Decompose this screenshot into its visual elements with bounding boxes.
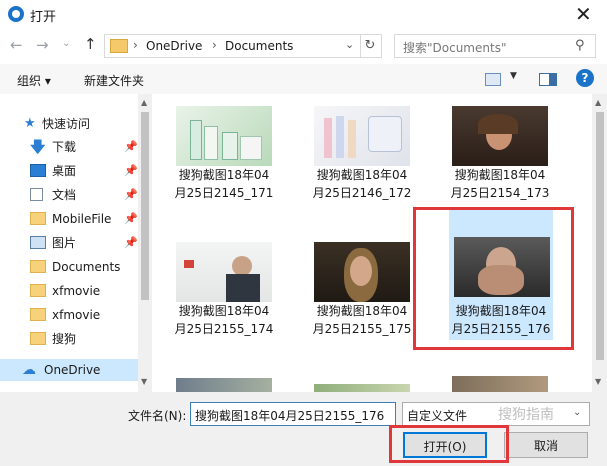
scroll-up-icon[interactable]: ▲ <box>141 98 147 107</box>
folder-icon <box>30 332 46 345</box>
desktop-icon <box>30 164 46 177</box>
breadcrumb-separator-icon: › <box>133 38 138 52</box>
dialog-footer: 文件名(N): 搜狗截图18年04月25日2155_176 自定义文件 ⌄ 搜狗… <box>0 392 607 466</box>
address-bar[interactable]: › OneDrive › Documents ⌄ <box>104 34 361 58</box>
pin-icon: 📌 <box>124 188 138 201</box>
highlight-box-open-button <box>389 425 509 463</box>
forward-arrow-icon[interactable]: → <box>36 36 49 54</box>
folder-icon <box>30 260 46 273</box>
filename-input[interactable]: 搜狗截图18年04月25日2155_176 <box>190 402 396 426</box>
pin-icon: 📌 <box>124 164 138 177</box>
file-tile[interactable]: 搜狗截图18年04 月25日2146_172 <box>298 100 426 218</box>
file-tile[interactable]: 搜狗截图18年04 月25日2145_171 <box>160 100 288 218</box>
download-icon: 🡇 <box>30 138 46 156</box>
thumbnail-woman-portrait <box>314 242 410 302</box>
file-name: 搜狗截图18年04 月25日2154_173 <box>450 168 550 200</box>
search-placeholder: 搜索"Documents" <box>403 41 507 55</box>
up-arrow-icon[interactable]: ↑ <box>84 35 97 53</box>
breadcrumb-documents[interactable]: Documents <box>225 39 293 53</box>
preview-pane-icon[interactable] <box>539 73 557 86</box>
new-folder-button[interactable]: 新建文件夹 <box>84 72 144 89</box>
file-tile[interactable]: 搜狗截图18年04 月25日2155_175 <box>298 236 426 354</box>
file-name: 搜狗截图18年04 月25日2155_175 <box>312 304 412 336</box>
nav-onedrive-selected[interactable]: ☁ OneDrive <box>0 359 138 381</box>
view-dropdown-icon[interactable]: ▼ <box>510 71 517 81</box>
thumbnail-partial <box>452 376 548 392</box>
folder-icon <box>110 39 128 53</box>
cancel-button[interactable]: 取消 <box>504 432 588 458</box>
help-icon[interactable]: ? <box>576 69 594 87</box>
thumbnail-skincare-products <box>314 106 410 166</box>
file-name: 搜狗截图18年04 月25日2146_172 <box>312 168 412 200</box>
chevron-down-icon: ⌄ <box>573 407 582 418</box>
file-type-select[interactable]: 自定义文件 ⌄ <box>402 402 590 426</box>
document-icon <box>30 188 43 201</box>
pin-icon: 📌 <box>124 236 138 249</box>
nav-scrollbar[interactable]: ▲ ▼ <box>138 94 152 392</box>
toolbar: 组织 ▾ 新建文件夹 ▼ ? <box>0 64 607 94</box>
view-mode-icon[interactable] <box>485 73 501 86</box>
search-icon[interactable]: ⚲ <box>575 38 585 53</box>
scroll-down-icon[interactable]: ▼ <box>595 377 601 386</box>
file-tile[interactable]: 搜狗截图18年04 月25日2154_173 <box>436 100 564 218</box>
folder-icon <box>30 284 46 297</box>
app-icon <box>8 6 24 22</box>
content-scrollbar[interactable]: ▲ ▼ <box>592 94 607 392</box>
refresh-icon[interactable]: ↻ <box>359 34 382 58</box>
file-name: 搜狗截图18年04 月25日2155_174 <box>174 304 274 336</box>
back-arrow-icon[interactable]: ← <box>10 36 23 54</box>
search-input[interactable]: 搜索"Documents" ⚲ <box>394 34 596 58</box>
folder-icon <box>30 308 46 321</box>
navigation-pane: ★ 快速访问 🡇 下载 📌 桌面 📌 文档 📌 MobileFile 📌 图片 … <box>0 94 152 392</box>
thumbnail-partial <box>176 378 272 392</box>
cloud-icon: ☁ <box>22 362 36 378</box>
close-icon[interactable]: ✕ <box>575 2 592 26</box>
file-tile[interactable]: 搜狗截图18年04 月25日2155_174 <box>160 236 288 354</box>
pin-icon: 📌 <box>124 140 138 153</box>
window-title: 打开 <box>30 10 57 25</box>
pin-icon: 📌 <box>124 212 138 225</box>
organize-button[interactable]: 组织 ▾ <box>17 72 51 89</box>
picture-icon <box>30 236 46 249</box>
watermark-logo: 搜狗指南 <box>498 407 554 423</box>
file-name: 搜狗截图18年04 月25日2145_171 <box>174 168 274 200</box>
scroll-up-icon[interactable]: ▲ <box>595 98 601 107</box>
scroll-thumb[interactable] <box>596 112 604 360</box>
thumbnail-woman-worried <box>452 106 548 166</box>
highlight-box-selected-file <box>413 207 574 350</box>
address-dropdown-icon[interactable]: ⌄ <box>345 38 354 51</box>
star-icon: ★ <box>24 116 36 131</box>
breadcrumb-separator-icon: › <box>212 38 217 52</box>
filename-label: 文件名(N): <box>128 409 187 423</box>
scroll-thumb[interactable] <box>141 112 149 300</box>
thumbnail-partial <box>314 384 410 392</box>
recent-chevron-down-icon[interactable]: ⌄ <box>62 38 70 49</box>
title-bar: 打开 ✕ <box>0 0 607 30</box>
thumbnail-cosmetics-bottles <box>176 106 272 166</box>
breadcrumb-onedrive[interactable]: OneDrive <box>146 39 202 53</box>
folder-icon <box>30 212 46 225</box>
scroll-down-icon[interactable]: ▼ <box>141 377 147 386</box>
thumbnail-man-in-office <box>176 242 272 302</box>
